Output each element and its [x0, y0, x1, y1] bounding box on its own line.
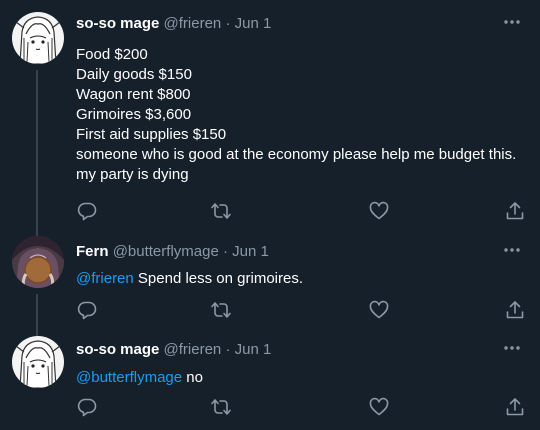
- thread-line: [36, 294, 38, 332]
- tweet-line: someone who is good at the economy pleas…: [76, 146, 517, 183]
- tweet-line: Grimoires $3,600: [76, 106, 192, 123]
- separator-dot: ·: [225, 341, 231, 358]
- reply-text: no: [182, 369, 203, 386]
- reply-icon: [77, 398, 97, 417]
- frieren-avatar-icon: [12, 12, 64, 64]
- avatar[interactable]: [12, 236, 64, 288]
- tweet-header: Fern @butterflymage · Jun 1: [76, 242, 269, 262]
- display-name[interactable]: Fern: [76, 243, 109, 260]
- tweet-text: @butterflymage no: [76, 368, 526, 388]
- like-button[interactable]: [368, 299, 390, 321]
- display-name[interactable]: so-so mage: [76, 341, 159, 358]
- thread-line: [36, 70, 38, 232]
- reply-button[interactable]: [76, 396, 98, 418]
- user-handle[interactable]: @frieren: [164, 15, 222, 32]
- heart-icon: [369, 201, 389, 220]
- mention-link[interactable]: @frieren: [76, 270, 134, 287]
- tweet-header: so-so mage @frieren · Jun 1: [76, 14, 271, 34]
- tweet-actions: [76, 200, 526, 224]
- like-button[interactable]: [368, 200, 390, 222]
- more-horizontal-icon: [504, 346, 520, 350]
- tweet-text: @frieren Spend less on grimoires.: [76, 269, 526, 289]
- user-handle[interactable]: @frieren: [164, 341, 222, 358]
- reply-text: Spend less on grimoires.: [133, 270, 303, 287]
- avatar[interactable]: [12, 336, 64, 388]
- more-horizontal-icon: [504, 248, 520, 252]
- tweet-3[interactable]: so-so mage @frieren · Jun 1 @butterflyma…: [0, 332, 540, 430]
- display-name[interactable]: so-so mage: [76, 15, 159, 32]
- tweet-line: First aid supplies $150: [76, 126, 227, 143]
- reply-button[interactable]: [76, 200, 98, 222]
- user-handle[interactable]: @butterflymage: [113, 243, 219, 260]
- more-options-button[interactable]: [500, 338, 524, 358]
- separator-dot: ·: [222, 243, 228, 260]
- tweet-line: Daily goods $150: [76, 66, 192, 83]
- share-icon: [506, 301, 524, 319]
- like-button[interactable]: [368, 396, 390, 418]
- retweet-icon: [211, 302, 231, 318]
- tweet-text: Food $200 Daily goods $150 Wagon rent $8…: [76, 45, 526, 185]
- share-button[interactable]: [504, 396, 526, 418]
- tweet-date[interactable]: Jun 1: [235, 15, 272, 32]
- reply-icon: [77, 301, 97, 320]
- reply-button[interactable]: [76, 299, 98, 321]
- share-icon: [506, 398, 524, 416]
- tweet-header: so-so mage @frieren · Jun 1: [76, 340, 271, 360]
- retweet-button[interactable]: [210, 299, 232, 321]
- more-options-button[interactable]: [500, 12, 524, 32]
- separator-dot: ·: [225, 15, 231, 32]
- tweet-2[interactable]: Fern @butterflymage · Jun 1 @frieren Spe…: [0, 232, 540, 332]
- tweet-line: Food $200: [76, 46, 148, 63]
- tweet-1[interactable]: so-so mage @frieren · Jun 1 Food $200 Da…: [0, 0, 540, 232]
- more-horizontal-icon: [504, 20, 520, 24]
- tweet-date[interactable]: Jun 1: [235, 341, 272, 358]
- heart-icon: [369, 397, 389, 416]
- tweet-actions: [76, 396, 526, 420]
- fern-avatar-icon: [12, 236, 64, 288]
- tweet-date[interactable]: Jun 1: [232, 243, 269, 260]
- share-icon: [506, 202, 524, 220]
- more-options-button[interactable]: [500, 240, 524, 260]
- retweet-button[interactable]: [210, 396, 232, 418]
- heart-icon: [369, 300, 389, 319]
- retweet-button[interactable]: [210, 200, 232, 222]
- mention-link[interactable]: @butterflymage: [76, 369, 182, 386]
- frieren-avatar-icon: [12, 336, 64, 388]
- reply-icon: [77, 202, 97, 221]
- share-button[interactable]: [504, 299, 526, 321]
- retweet-icon: [211, 399, 231, 415]
- share-button[interactable]: [504, 200, 526, 222]
- avatar[interactable]: [12, 12, 64, 64]
- tweet-line: Wagon rent $800: [76, 86, 191, 103]
- retweet-icon: [211, 203, 231, 219]
- tweet-actions: [76, 299, 526, 323]
